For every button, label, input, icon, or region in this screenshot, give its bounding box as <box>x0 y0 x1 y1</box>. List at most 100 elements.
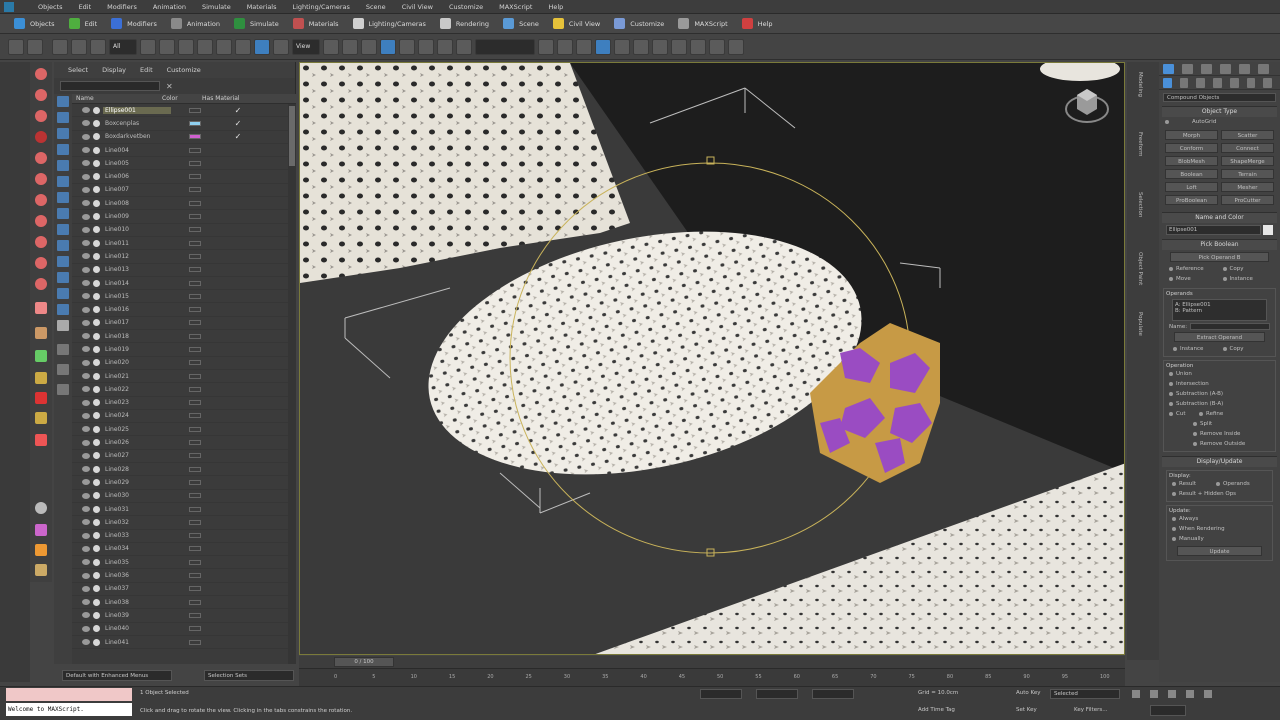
visibility-icon[interactable] <box>82 559 90 566</box>
category-dropdown[interactable]: Compound Objects <box>1163 93 1276 102</box>
move-radio[interactable]: Move <box>1166 274 1220 284</box>
object-name[interactable]: Line030 <box>103 492 171 499</box>
loft-button[interactable]: Loft <box>1165 182 1218 192</box>
menu-modifiers[interactable]: Modifiers <box>107 3 137 11</box>
table-row[interactable]: Line021 <box>72 370 296 384</box>
instance-radio[interactable]: Instance <box>1220 274 1274 284</box>
table-row[interactable]: Line009 <box>72 210 296 224</box>
table-row[interactable]: Line037 <box>72 583 296 596</box>
operand-item[interactable]: B: Pattern <box>1175 308 1264 314</box>
connect-button[interactable]: Connect <box>1221 143 1274 153</box>
object-color-swatch[interactable] <box>189 440 201 446</box>
filter-cameras-icon[interactable] <box>57 144 69 155</box>
link-icon[interactable] <box>52 39 68 55</box>
column-color[interactable]: Color <box>162 95 202 102</box>
object-color-swatch[interactable] <box>189 134 201 140</box>
named-selection-sets-dropdown[interactable] <box>475 39 535 55</box>
table-row[interactable]: Line034 <box>72 543 296 557</box>
table-row[interactable]: Line017 <box>72 317 296 331</box>
mesher-button[interactable]: Mesher <box>1221 182 1274 192</box>
bind-spacewarp-icon[interactable] <box>90 39 106 55</box>
object-name[interactable]: Line006 <box>103 173 171 180</box>
object-color-swatch[interactable] <box>189 413 201 419</box>
curve-editor-icon[interactable] <box>614 39 630 55</box>
table-row[interactable]: Line041 <box>72 636 296 650</box>
operand-name-field[interactable] <box>1190 323 1270 330</box>
table-row[interactable]: Line025 <box>72 423 296 437</box>
pick-operand-b-button[interactable]: Pick Operand B <box>1170 252 1269 262</box>
object-color-swatch[interactable] <box>189 519 201 525</box>
object-name[interactable]: Boxdarkvetben <box>103 133 171 140</box>
object-name[interactable]: Line010 <box>103 226 171 233</box>
visibility-icon[interactable] <box>82 306 90 313</box>
reference-radio[interactable]: Reference <box>1166 264 1220 274</box>
table-row[interactable]: Line012 <box>72 250 296 264</box>
explorer-menu-display[interactable]: Display <box>102 66 126 74</box>
table-row[interactable]: Boxdarkvetben ✓ <box>72 131 296 144</box>
search-input[interactable] <box>60 81 160 91</box>
object-color-swatch[interactable] <box>189 280 201 286</box>
object-name[interactable]: Line033 <box>103 532 171 539</box>
rendered-frame-icon[interactable] <box>690 39 706 55</box>
object-color-swatch[interactable] <box>189 599 201 605</box>
pivot-point-icon[interactable] <box>323 39 339 55</box>
menu-objects[interactable]: Objects <box>38 3 63 11</box>
display-geometry-icon[interactable] <box>35 89 47 101</box>
menu-simulate[interactable]: Simulate <box>202 3 231 11</box>
table-row[interactable]: Line032 <box>72 516 296 530</box>
ribbon-tab-simulate[interactable]: Simulate <box>233 18 279 29</box>
table-row[interactable]: Line030 <box>72 490 296 503</box>
time-slider[interactable]: 0 / 100 <box>299 656 1125 668</box>
visibility-icon[interactable] <box>82 359 90 366</box>
rollout-title[interactable]: Pick Boolean <box>1162 240 1277 250</box>
visibility-icon[interactable] <box>82 346 90 353</box>
visibility-icon[interactable] <box>82 120 90 127</box>
play-icon[interactable] <box>1168 690 1176 698</box>
filter-lights-icon[interactable] <box>57 128 69 139</box>
object-color-swatch[interactable] <box>189 227 201 233</box>
object-name-field[interactable]: Ellipse001 <box>1166 225 1261 235</box>
procutter-button[interactable]: ProCutter <box>1221 195 1274 205</box>
rollout-title[interactable]: Display/Update <box>1162 457 1277 467</box>
object-name[interactable]: Line009 <box>103 213 171 220</box>
ribbon-tab-help[interactable]: Help <box>741 18 773 29</box>
table-row[interactable]: Line004 <box>72 144 296 158</box>
explorer-menu-customize[interactable]: Customize <box>167 66 201 74</box>
object-color-swatch[interactable] <box>189 493 201 499</box>
visibility-icon[interactable] <box>82 412 90 419</box>
hierarchy-tab-icon[interactable] <box>1201 63 1212 74</box>
visibility-icon[interactable] <box>82 492 90 499</box>
display-tab-icon[interactable] <box>1239 63 1250 74</box>
visibility-icon[interactable] <box>82 226 90 233</box>
container-icon[interactable] <box>35 564 47 576</box>
object-color-swatch[interactable] <box>189 573 201 579</box>
table-row[interactable]: Line036 <box>72 569 296 583</box>
object-name[interactable]: Line007 <box>103 186 171 193</box>
keyboard-shortcut-icon[interactable] <box>361 39 377 55</box>
table-row[interactable]: Line026 <box>72 436 296 450</box>
object-color-swatch[interactable] <box>189 147 201 153</box>
cameras-icon[interactable] <box>1213 77 1222 88</box>
table-row[interactable]: Line023 <box>72 397 296 410</box>
visibility-icon[interactable] <box>82 519 90 526</box>
object-name[interactable]: Line025 <box>103 426 171 433</box>
teapot-render-icon[interactable] <box>728 39 744 55</box>
flag-icon[interactable] <box>35 434 47 446</box>
visibility-icon[interactable] <box>82 479 90 486</box>
object-name[interactable]: Line016 <box>103 306 171 313</box>
object-name[interactable]: Line022 <box>103 386 171 393</box>
object-name[interactable]: Line004 <box>103 147 171 154</box>
object-color-swatch[interactable] <box>189 120 201 126</box>
visibility-icon[interactable] <box>82 399 90 406</box>
extract-operand-button[interactable]: Extract Operand <box>1174 332 1265 342</box>
layer-manager-icon[interactable] <box>576 39 592 55</box>
extract-copy-radio[interactable]: Copy <box>1220 344 1270 354</box>
ribbon-tab-scene[interactable]: Scene <box>503 18 539 29</box>
hierarchy-icon[interactable] <box>57 364 69 375</box>
table-row[interactable]: Line040 <box>72 623 296 636</box>
angle-snap-icon[interactable] <box>399 39 415 55</box>
subtraction-ba-radio[interactable]: Subtraction (B-A) <box>1166 399 1273 409</box>
menu-civil-view[interactable]: Civil View <box>402 3 433 11</box>
table-row[interactable]: Line028 <box>72 463 296 477</box>
scatter-button[interactable]: Scatter <box>1221 130 1274 140</box>
